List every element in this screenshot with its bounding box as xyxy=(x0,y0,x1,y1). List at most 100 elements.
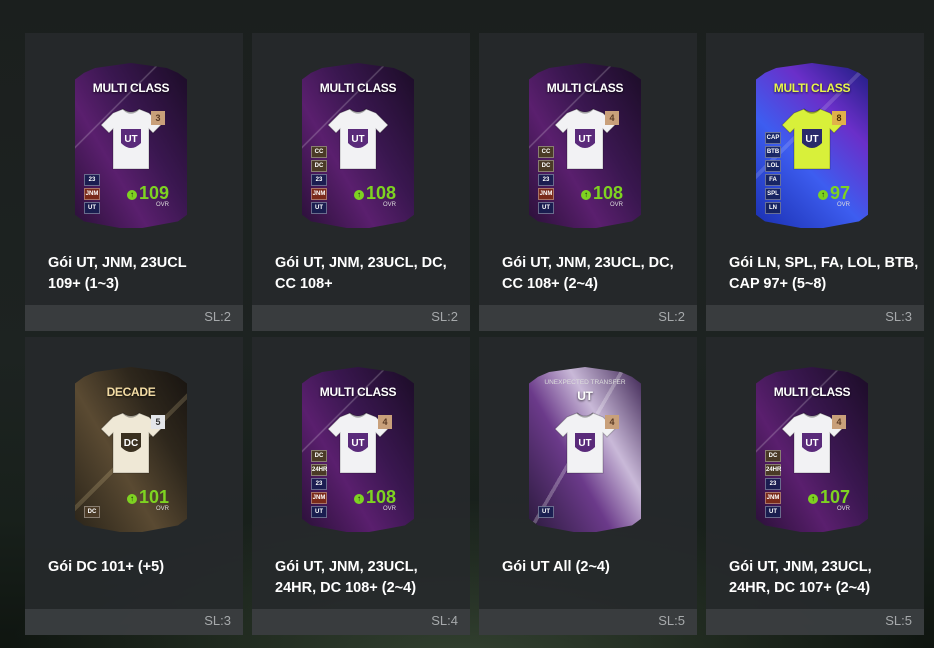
pack-card-label: MULTI CLASS xyxy=(546,81,624,95)
season-badges: CC DC 23 JNM UT xyxy=(311,144,327,214)
season-badge: UT xyxy=(538,202,554,214)
pack-quantity: SL:3 xyxy=(885,309,912,324)
pack-quantity: SL:2 xyxy=(431,309,458,324)
season-badge: 23 xyxy=(538,174,554,186)
pack-tile[interactable]: MULTI CLASS UT 8 CAP BTB LOL FA SPL LN ↑ 97 OVR Gó… xyxy=(706,33,924,331)
pack-footer: SL:2 xyxy=(25,305,243,331)
season-badges: CAP BTB LOL FA SPL LN xyxy=(765,130,781,214)
season-badge: UT xyxy=(84,202,100,214)
season-badge: SPL xyxy=(765,188,781,200)
ovr-rating: ↑ 108 OVR xyxy=(353,183,396,208)
upgrade-arrow-icon: ↑ xyxy=(817,189,828,200)
season-badge: UT xyxy=(311,202,327,214)
pack-card-label: UT xyxy=(577,389,593,403)
pack-tile[interactable]: MULTI CLASS UT 4 CC DC 23 JNM UT ↑ 108 OVR Gói UT… xyxy=(479,33,697,331)
pack-card-image: MULTI CLASS UT 8 CAP BTB LOL FA SPL LN ↑ 97 OVR xyxy=(756,63,868,228)
ovr-rating: ↑ 108 OVR xyxy=(353,487,396,512)
svg-text:UT: UT xyxy=(578,134,591,145)
pack-tile[interactable]: UNEXPECTED TRANSFER UT UT 4 UT Gói UT All (… xyxy=(479,337,697,635)
svg-text:UT: UT xyxy=(124,134,137,145)
pack-title: Gói UT, JNM, 23UCL, DC, CC 108+ xyxy=(275,255,447,292)
ovr-value: 97 xyxy=(829,183,850,203)
season-badge: UT xyxy=(311,506,327,518)
season-badges: DC 24HR 23 JNM UT xyxy=(765,448,781,518)
jersey-icon: UT xyxy=(326,107,390,171)
season-badge: BTB xyxy=(765,146,781,158)
pack-title: Gói UT, JNM, 23UCL 109+ (1~3) xyxy=(48,255,187,292)
ovr-rating: ↑ 109 OVR xyxy=(126,183,169,208)
season-badge: UT xyxy=(538,506,554,518)
season-badge: 23 xyxy=(311,174,327,186)
season-badges: CC DC 23 JNM UT xyxy=(538,144,554,214)
pack-card-sublabel: UNEXPECTED TRANSFER xyxy=(544,379,626,386)
pack-card-image: MULTI CLASS UT CC DC 23 JNM UT ↑ 108 OVR xyxy=(302,63,414,228)
pack-footer: SL:2 xyxy=(252,305,470,331)
pack-card-label: DECADE xyxy=(106,385,156,399)
pack-title: Gói UT All (2~4) xyxy=(502,559,610,575)
pack-card-image: DECADE DC 5 DC ↑ 101 OVR xyxy=(75,367,187,532)
pack-footer: SL:3 xyxy=(25,609,243,635)
upgrade-level-badge: 3 xyxy=(151,111,165,125)
season-badge: JNM xyxy=(538,188,554,200)
season-badge: JNM xyxy=(84,188,100,200)
pack-title: Gói DC 101+ (+5) xyxy=(48,559,165,575)
season-badges: UT xyxy=(538,504,554,518)
upgrade-level-badge: 4 xyxy=(605,415,619,429)
pack-card-label: MULTI CLASS xyxy=(319,385,397,399)
upgrade-arrow-icon: ↑ xyxy=(126,189,137,200)
upgrade-level-badge: 4 xyxy=(832,415,846,429)
season-badge: UT xyxy=(765,506,781,518)
pack-quantity: SL:4 xyxy=(431,613,458,628)
svg-text:UT: UT xyxy=(805,438,818,449)
pack-footer: SL:5 xyxy=(479,609,697,635)
pack-quantity: SL:5 xyxy=(885,613,912,628)
season-badges: 23 JNM UT xyxy=(84,172,100,214)
pack-card-label: MULTI CLASS xyxy=(319,81,397,95)
season-badge: 23 xyxy=(311,478,327,490)
season-badge: JNM xyxy=(311,492,327,504)
ovr-rating: ↑ 108 OVR xyxy=(580,183,623,208)
pack-footer: SL:4 xyxy=(252,609,470,635)
upgrade-level-badge: 4 xyxy=(605,111,619,125)
season-badge: CC xyxy=(311,146,327,158)
pack-quantity: SL:2 xyxy=(204,309,231,324)
pack-card-image: UNEXPECTED TRANSFER UT UT 4 UT xyxy=(529,367,641,532)
pack-tile[interactable]: DECADE DC 5 DC ↑ 101 OVR Gói DC 101+ (+5) SL:3 xyxy=(25,337,243,635)
pack-tile[interactable]: MULTI CLASS UT 4 DC 24HR 23 JNM UT ↑ 108 OVR Gói … xyxy=(252,337,470,635)
season-badge: DC xyxy=(765,450,781,462)
upgrade-arrow-icon: ↑ xyxy=(353,493,364,504)
pack-card-image: MULTI CLASS UT 4 DC 24HR 23 JNM UT ↑ 107 OVR xyxy=(756,367,868,532)
upgrade-level-badge: 4 xyxy=(378,415,392,429)
pack-title: Gói UT, JNM, 23UCL, DC, CC 108+ (2~4) xyxy=(502,255,674,292)
svg-text:DC: DC xyxy=(124,438,138,449)
ovr-rating: ↑ 97 OVR xyxy=(817,183,850,208)
upgrade-level-badge: 5 xyxy=(151,415,165,429)
season-badge: LN xyxy=(765,202,781,214)
ovr-value: 109 xyxy=(138,183,169,203)
season-badge: DC xyxy=(311,450,327,462)
pack-card-image: MULTI CLASS UT 4 CC DC 23 JNM UT ↑ 108 OVR xyxy=(529,63,641,228)
season-badges: DC 24HR 23 JNM UT xyxy=(311,448,327,518)
ovr-value: 108 xyxy=(365,183,396,203)
pack-card-label: MULTI CLASS xyxy=(92,81,170,95)
svg-text:UT: UT xyxy=(351,134,364,145)
ovr-value: 108 xyxy=(365,487,396,507)
pack-tile[interactable]: MULTI CLASS UT CC DC 23 JNM UT ↑ 108 OVR Gói UT,… xyxy=(252,33,470,331)
season-badge: CAP xyxy=(765,132,781,144)
season-badge: DC xyxy=(311,160,327,172)
pack-tile[interactable]: MULTI CLASS UT 4 DC 24HR 23 JNM UT ↑ 107 OVR Gói … xyxy=(706,337,924,635)
pack-quantity: SL:2 xyxy=(658,309,685,324)
svg-text:UT: UT xyxy=(578,438,591,449)
season-badge: 23 xyxy=(765,478,781,490)
pack-title: Gói LN, SPL, FA, LOL, BTB, CAP 97+ (5~8) xyxy=(729,255,919,292)
season-badge: DC xyxy=(538,160,554,172)
season-badge: 24HR xyxy=(765,464,781,476)
upgrade-arrow-icon: ↑ xyxy=(353,189,364,200)
pack-tile[interactable]: MULTI CLASS UT 3 23 JNM UT ↑ 109 OVR Gói UT, JN… xyxy=(25,33,243,331)
pack-quantity: SL:3 xyxy=(204,613,231,628)
ovr-value: 108 xyxy=(592,183,623,203)
season-badge: JNM xyxy=(311,188,327,200)
season-badge: LOL xyxy=(765,160,781,172)
ovr-value: 101 xyxy=(138,487,169,507)
pack-footer: SL:2 xyxy=(479,305,697,331)
